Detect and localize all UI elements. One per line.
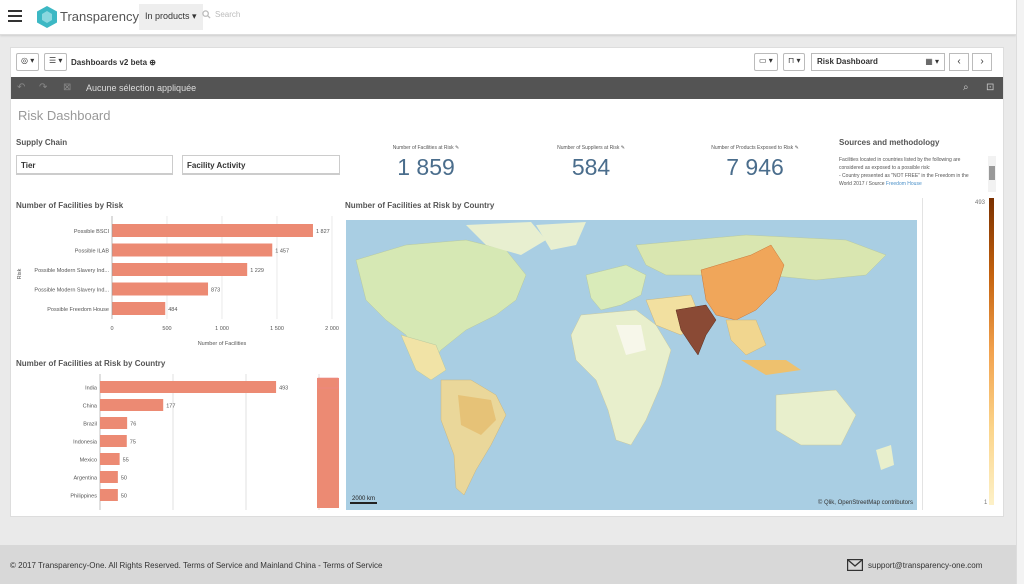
category-label: Possible Freedom House (47, 307, 109, 313)
value-label: 50 (121, 494, 127, 500)
facilities-by-risk-chart[interactable]: 0 500 1 000 1 500 2 000 Possible BSCI 1 827 Pos… (11, 214, 346, 354)
selections-tool-icon[interactable]: ⊡ (986, 82, 994, 93)
scroll-track[interactable] (317, 378, 339, 508)
value-label: 1 827 (316, 229, 330, 235)
bar[interactable] (100, 453, 120, 465)
facilities-by-risk-title: Number of Facilities by Risk (16, 201, 124, 210)
bar[interactable] (112, 243, 273, 257)
bar[interactable] (112, 224, 313, 237)
value-label: 177 (166, 404, 175, 410)
value-label: 75 (130, 440, 136, 446)
dashboard-panel: ◎ ▾ ☰ ▾ Dashboards v2 beta ⊕ ▭ ▾ ⊓ ▾ Ris… (10, 47, 1004, 517)
category-label: Possible Modern Slavery Ind... (34, 288, 109, 294)
category-label: Philippines (70, 494, 97, 500)
products-dropdown[interactable]: In products ▾ (139, 4, 203, 30)
sources-text: Facilities located in countries listed b… (839, 157, 969, 187)
tier-filter[interactable]: Tier (16, 155, 173, 175)
x-tick-label: 0 (110, 326, 113, 332)
value-label: 873 (211, 288, 220, 294)
map-scale: 2000 km (350, 496, 378, 504)
selection-bar: ↶ ↷ ⊠ Aucune sélection appliquée ⌕ ⊡ (11, 77, 1003, 99)
value-label: 1 457 (275, 249, 289, 255)
clear-selection-icon[interactable]: ⊠ (63, 82, 71, 93)
next-sheet-button[interactable]: › (972, 53, 992, 71)
present-button[interactable]: ▭ ▾ (754, 53, 778, 71)
top-bar: Transparency-One In products ▾ Search (0, 0, 1016, 35)
kpi-label-suppliers: Number of Suppliers at Risk ✎ (557, 145, 625, 151)
value-label: 55 (123, 458, 129, 464)
bar[interactable] (100, 417, 128, 429)
compass-button[interactable]: ◎ ▾ (16, 53, 40, 71)
page-scrollbar[interactable] (1016, 0, 1024, 584)
bar[interactable] (100, 489, 118, 501)
selection-status: Aucune sélection appliquée (86, 83, 197, 93)
x-tick-label: 1 500 (270, 326, 284, 332)
bar[interactable] (112, 263, 248, 276)
bar[interactable] (100, 399, 164, 411)
page-title: Risk Dashboard (18, 108, 111, 123)
map-legend-gradient (989, 198, 994, 505)
x-tick-label: 500 (162, 326, 171, 332)
category-label: Argentina (73, 476, 97, 482)
scroll-thumb[interactable] (317, 377, 339, 389)
value-label: 493 (279, 386, 288, 392)
category-label: Possible BSCI (74, 229, 110, 235)
bar[interactable] (112, 282, 209, 296)
value-label: 1 229 (250, 268, 264, 274)
footer: © 2017 Transparency-One. All Rights Rese… (0, 545, 1016, 584)
search-icon[interactable]: ⌕ (963, 82, 969, 93)
facilities-by-country-title: Number of Facilities at Risk by Country (16, 359, 166, 368)
y-axis-title: Risk (17, 268, 23, 279)
kpi-value-suppliers: 584 (571, 154, 611, 180)
qlik-toolbar: ◎ ▾ ☰ ▾ Dashboards v2 beta ⊕ ▭ ▾ ⊓ ▾ Ris… (11, 48, 1003, 76)
search-icon (202, 10, 211, 19)
category-label: Possible Modern Slavery Ind... (34, 268, 109, 274)
freedom-house-link[interactable]: Freedom House (886, 181, 922, 187)
mail-icon (847, 559, 863, 571)
kpi-value-products: 7 946 (726, 154, 784, 180)
category-label: Mexico (80, 458, 97, 464)
list-button[interactable]: ☰ ▾ (44, 53, 68, 71)
search-input[interactable]: Search (202, 10, 240, 19)
category-label: China (83, 404, 98, 410)
forward-icon[interactable]: ↷ (39, 82, 47, 93)
category-label: Brazil (83, 422, 97, 428)
bar[interactable] (100, 381, 277, 393)
value-label: 76 (130, 422, 136, 428)
x-tick-label: 1 000 (215, 326, 229, 332)
x-tick-label: 2 000 (325, 326, 339, 332)
kpi-label-facilities: Number of Facilities at Risk ✎ (392, 145, 460, 151)
world-map[interactable]: 2000 km © Qlik, OpenStreetMap contributo… (346, 220, 917, 510)
back-icon[interactable]: ↶ (17, 82, 25, 93)
kpi-value-facilities: 1 859 (397, 154, 455, 180)
map-title: Number of Facilities at Risk by Country (345, 201, 495, 210)
x-axis-title: Number of Facilities (198, 341, 247, 347)
bar[interactable] (100, 435, 127, 447)
prev-sheet-button[interactable]: ‹ (949, 53, 969, 71)
value-label: 50 (121, 476, 127, 482)
legend-max: 493 (975, 200, 986, 206)
supply-chain-heading: Supply Chain (16, 138, 68, 147)
logo-icon (37, 6, 57, 28)
sources-scrollbar[interactable] (988, 156, 996, 192)
category-label: Possible ILAB (75, 249, 110, 255)
map-attribution: © Qlik, OpenStreetMap contributors (817, 500, 913, 506)
bar[interactable] (100, 471, 118, 483)
footer-copyright: © 2017 Transparency-One. All Rights Rese… (10, 561, 383, 570)
category-label: India (85, 386, 98, 392)
value-label: 484 (168, 307, 177, 313)
support-email[interactable]: support@transparency-one.com (868, 561, 982, 570)
kpi-label-products: Number of Products Exposed to Risk ✎ (711, 145, 799, 151)
facility-activity-filter[interactable]: Facility Activity (182, 155, 340, 175)
sources-heading: Sources and methodology (839, 138, 940, 147)
sheet-selector[interactable]: Risk Dashboard ▦ ▾ (811, 53, 945, 71)
facilities-by-country-chart[interactable]: India 493 China 177 Brazil 76 Indonesia 75 Mexic… (11, 372, 346, 512)
app-title: Dashboards v2 beta ⊕ (71, 58, 156, 67)
menu-icon[interactable] (8, 10, 22, 24)
category-label: Indonesia (73, 440, 98, 446)
map-canvas (355, 222, 894, 496)
bookmark-button[interactable]: ⊓ ▾ (783, 53, 806, 71)
bar[interactable] (112, 302, 166, 315)
legend-min: 1 (984, 500, 988, 506)
